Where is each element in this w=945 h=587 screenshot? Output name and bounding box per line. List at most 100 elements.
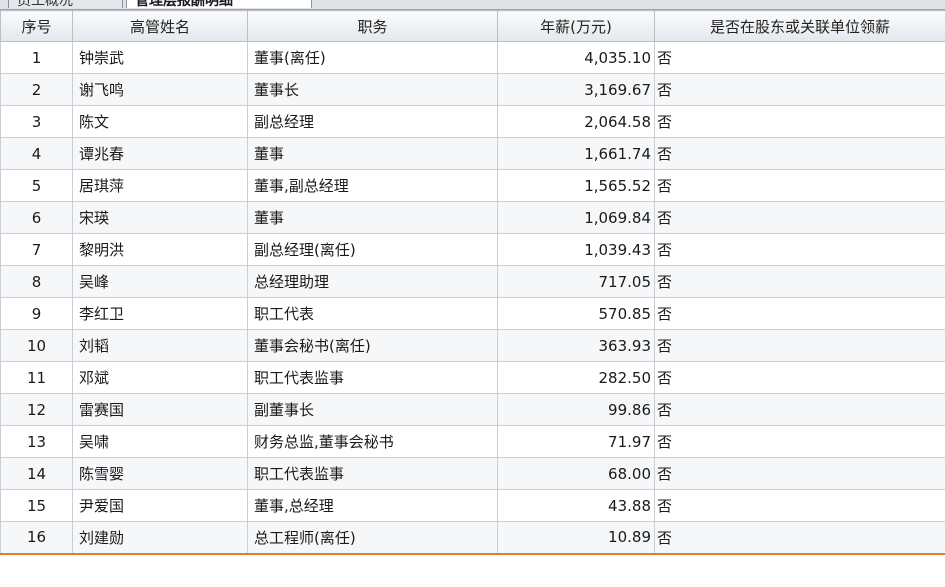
cell-name: 雷赛国 [72,393,248,426]
cell-position: 职工代表监事 [247,457,498,490]
table-header-row: 序号 高管姓名 职务 年薪(万元) 是否在股东或关联单位领薪 [0,10,945,42]
table-row[interactable]: 2 谢飞鸣 董事长 3,169.67 否 [0,73,945,106]
cell-position: 总经理助理 [247,265,498,298]
cell-salary: 10.89 [497,521,655,555]
column-header-position[interactable]: 职务 [247,10,498,42]
table-row[interactable]: 16 刘建勋 总工程师(离任) 10.89 否 [0,521,945,555]
cell-name: 吴峰 [72,265,248,298]
cell-paid-by-related: 否 [654,329,945,362]
cell-paid-by-related: 否 [654,425,945,458]
cell-position: 董事,总经理 [247,489,498,522]
table-row[interactable]: 5 居琪萍 董事,副总经理 1,565.52 否 [0,169,945,202]
cell-name: 尹爱国 [72,489,248,522]
cell-index: 12 [0,393,73,426]
table-row[interactable]: 4 谭兆春 董事 1,661.74 否 [0,137,945,170]
column-header-index[interactable]: 序号 [0,10,73,42]
cell-position: 总工程师(离任) [247,521,498,555]
cell-salary: 3,169.67 [497,73,655,106]
cell-paid-by-related: 否 [654,233,945,266]
cell-salary: 1,069.84 [497,201,655,234]
cell-name: 吴啸 [72,425,248,458]
column-header-name[interactable]: 高管姓名 [72,10,248,42]
cell-index: 2 [0,73,73,106]
table-row[interactable]: 3 陈文 副总经理 2,064.58 否 [0,105,945,138]
cell-position: 董事 [247,137,498,170]
cell-name: 宋瑛 [72,201,248,234]
cell-position: 董事(离任) [247,41,498,74]
cell-salary: 71.97 [497,425,655,458]
cell-salary: 1,565.52 [497,169,655,202]
tab-employee-overview[interactable]: 员工概况 [8,0,123,9]
cell-paid-by-related: 否 [654,105,945,138]
cell-name: 陈雪婴 [72,457,248,490]
cell-paid-by-related: 否 [654,489,945,522]
cell-index: 1 [0,41,73,74]
cell-paid-by-related: 否 [654,521,945,555]
table-row[interactable]: 9 李红卫 职工代表 570.85 否 [0,297,945,330]
cell-paid-by-related: 否 [654,393,945,426]
cell-salary: 2,064.58 [497,105,655,138]
table-row[interactable]: 11 邓斌 职工代表监事 282.50 否 [0,361,945,394]
cell-name: 陈文 [72,105,248,138]
tab-management-compensation[interactable]: 管理层报酬明细 [126,0,312,9]
cell-position: 副董事长 [247,393,498,426]
cell-name: 谭兆春 [72,137,248,170]
cell-name: 居琪萍 [72,169,248,202]
cell-salary: 4,035.10 [497,41,655,74]
tab-strip: 员工概况 管理层报酬明细 [0,0,945,10]
cell-index: 16 [0,521,73,555]
cell-salary: 570.85 [497,297,655,330]
cell-position: 财务总监,董事会秘书 [247,425,498,458]
cell-paid-by-related: 否 [654,41,945,74]
cell-position: 职工代表监事 [247,361,498,394]
cell-salary: 43.88 [497,489,655,522]
cell-index: 6 [0,201,73,234]
cell-index: 11 [0,361,73,394]
cell-name: 钟崇武 [72,41,248,74]
cell-paid-by-related: 否 [654,297,945,330]
cell-salary: 717.05 [497,265,655,298]
cell-index: 4 [0,137,73,170]
column-header-salary[interactable]: 年薪(万元) [497,10,655,42]
table-row[interactable]: 1 钟崇武 董事(离任) 4,035.10 否 [0,41,945,74]
cell-index: 10 [0,329,73,362]
table-row[interactable]: 14 陈雪婴 职工代表监事 68.00 否 [0,457,945,490]
cell-paid-by-related: 否 [654,169,945,202]
cell-index: 3 [0,105,73,138]
cell-salary: 1,039.43 [497,233,655,266]
column-header-paid-by-related[interactable]: 是否在股东或关联单位领薪 [654,10,945,42]
table-body: 1 钟崇武 董事(离任) 4,035.10 否 2 谢飞鸣 董事长 3,169.67 否 3 陈文 副总… [0,41,945,555]
cell-salary: 1,661.74 [497,137,655,170]
compensation-table: 序号 高管姓名 职务 年薪(万元) 是否在股东或关联单位领薪 1 钟崇武 董事(离任… [0,10,945,555]
table-row[interactable]: 13 吴啸 财务总监,董事会秘书 71.97 否 [0,425,945,458]
cell-index: 15 [0,489,73,522]
cell-paid-by-related: 否 [654,265,945,298]
cell-position: 副总经理 [247,105,498,138]
table-row[interactable]: 7 黎明洪 副总经理(离任) 1,039.43 否 [0,233,945,266]
cell-paid-by-related: 否 [654,73,945,106]
table-row[interactable]: 6 宋瑛 董事 1,069.84 否 [0,201,945,234]
cell-index: 5 [0,169,73,202]
cell-position: 董事,副总经理 [247,169,498,202]
cell-index: 14 [0,457,73,490]
cell-paid-by-related: 否 [654,201,945,234]
cell-salary: 68.00 [497,457,655,490]
table-row[interactable]: 15 尹爱国 董事,总经理 43.88 否 [0,489,945,522]
cell-index: 13 [0,425,73,458]
cell-name: 刘韬 [72,329,248,362]
cell-index: 8 [0,265,73,298]
cell-index: 7 [0,233,73,266]
table-row[interactable]: 10 刘韬 董事会秘书(离任) 363.93 否 [0,329,945,362]
cell-name: 黎明洪 [72,233,248,266]
cell-position: 董事会秘书(离任) [247,329,498,362]
cell-name: 谢飞鸣 [72,73,248,106]
cell-paid-by-related: 否 [654,137,945,170]
cell-name: 李红卫 [72,297,248,330]
table-row[interactable]: 12 雷赛国 副董事长 99.86 否 [0,393,945,426]
cell-position: 董事长 [247,73,498,106]
cell-name: 刘建勋 [72,521,248,555]
cell-paid-by-related: 否 [654,457,945,490]
cell-position: 职工代表 [247,297,498,330]
table-row[interactable]: 8 吴峰 总经理助理 717.05 否 [0,265,945,298]
cell-position: 董事 [247,201,498,234]
